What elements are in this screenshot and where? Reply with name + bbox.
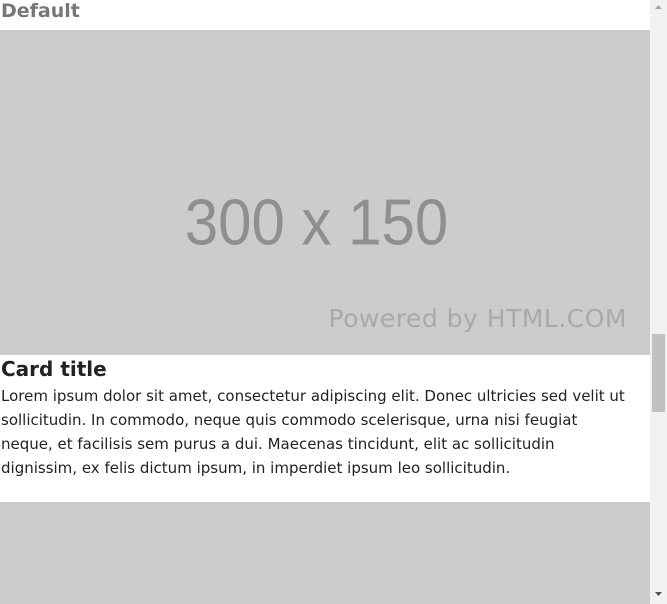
triangle-up-icon bbox=[655, 5, 662, 9]
card-body: Card title Lorem ipsum dolor sit amet, c… bbox=[0, 355, 640, 480]
scrollbar-thumb[interactable] bbox=[652, 334, 665, 412]
triangle-down-icon bbox=[655, 592, 662, 596]
card-text: Lorem ipsum dolor sit amet, consectetur … bbox=[1, 387, 625, 477]
scroll-down-button[interactable] bbox=[650, 587, 667, 604]
next-card-image-placeholder bbox=[0, 502, 650, 604]
vertical-scrollbar[interactable] bbox=[650, 0, 667, 604]
page-viewport: Default 300 x 150 Powered by HTML.COM Ca… bbox=[0, 0, 650, 604]
section-heading: Default bbox=[1, 0, 80, 22]
scroll-up-button[interactable] bbox=[650, 0, 667, 17]
card-title: Card title bbox=[1, 357, 107, 381]
placeholder-watermark-text: Powered by HTML.COM bbox=[328, 304, 627, 333]
placeholder-dimensions-text: 300 x 150 bbox=[184, 186, 449, 259]
card-image-placeholder: 300 x 150 Powered by HTML.COM bbox=[0, 30, 650, 355]
